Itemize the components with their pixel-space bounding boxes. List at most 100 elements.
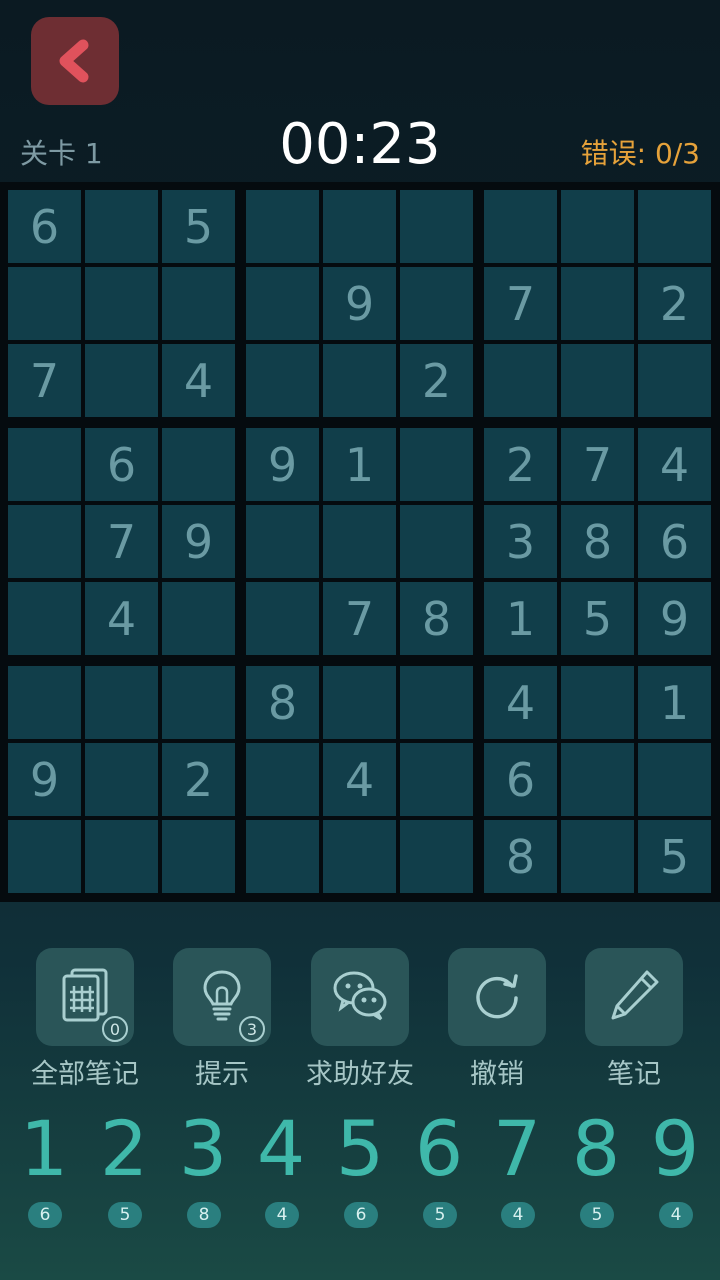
cell-r7-c3[interactable] — [162, 666, 235, 739]
number-key-4[interactable]: 44 — [242, 1104, 320, 1234]
cell-r8-c5[interactable]: 4 — [323, 743, 396, 816]
cell-r1-c5[interactable] — [323, 190, 396, 263]
undo-button[interactable]: 撤销 — [432, 948, 562, 1090]
cell-r7-c5[interactable] — [323, 666, 396, 739]
cell-r8-c2[interactable] — [85, 743, 158, 816]
cell-r4-c1[interactable] — [8, 428, 81, 501]
note-button[interactable]: 笔记 — [569, 948, 699, 1090]
cell-r1-c2[interactable] — [85, 190, 158, 263]
cell-r9-c2[interactable] — [85, 820, 158, 893]
cell-r7-c1[interactable] — [8, 666, 81, 739]
cell-r1-c3[interactable]: 5 — [162, 190, 235, 263]
cell-r1-c9[interactable] — [638, 190, 711, 263]
cell-r3-c4[interactable] — [246, 344, 319, 417]
number-key-6[interactable]: 65 — [400, 1104, 478, 1234]
cell-r6-c9[interactable]: 9 — [638, 582, 711, 655]
cell-r6-c8[interactable]: 5 — [561, 582, 634, 655]
cell-r6-c5[interactable]: 7 — [323, 582, 396, 655]
cell-r4-c3[interactable] — [162, 428, 235, 501]
cell-r9-c6[interactable] — [400, 820, 473, 893]
number-key-7[interactable]: 74 — [478, 1104, 556, 1234]
hint-tile[interactable]: 3 — [173, 948, 271, 1046]
cell-r6-c4[interactable] — [246, 582, 319, 655]
cell-r9-c7[interactable]: 8 — [484, 820, 557, 893]
cell-r9-c4[interactable] — [246, 820, 319, 893]
cell-r5-c2[interactable]: 7 — [85, 505, 158, 578]
cell-r6-c1[interactable] — [8, 582, 81, 655]
cell-r5-c9[interactable]: 6 — [638, 505, 711, 578]
cell-r8-c1[interactable]: 9 — [8, 743, 81, 816]
cell-r4-c7[interactable]: 2 — [484, 428, 557, 501]
cell-r4-c8[interactable]: 7 — [561, 428, 634, 501]
cell-r3-c7[interactable] — [484, 344, 557, 417]
cell-r8-c3[interactable]: 2 — [162, 743, 235, 816]
cell-r8-c8[interactable] — [561, 743, 634, 816]
cell-r1-c7[interactable] — [484, 190, 557, 263]
hint-button[interactable]: 3 提示 — [157, 948, 287, 1090]
cell-r1-c1[interactable]: 6 — [8, 190, 81, 263]
cell-r1-c6[interactable] — [400, 190, 473, 263]
cell-r4-c5[interactable]: 1 — [323, 428, 396, 501]
cell-r4-c4[interactable]: 9 — [246, 428, 319, 501]
cell-r8-c4[interactable] — [246, 743, 319, 816]
cell-r8-c7[interactable]: 6 — [484, 743, 557, 816]
cell-r6-c7[interactable]: 1 — [484, 582, 557, 655]
note-tile[interactable] — [585, 948, 683, 1046]
cell-r3-c5[interactable] — [323, 344, 396, 417]
cell-r7-c2[interactable] — [85, 666, 158, 739]
cell-r7-c8[interactable] — [561, 666, 634, 739]
cell-r5-c6[interactable] — [400, 505, 473, 578]
number-key-2[interactable]: 25 — [85, 1104, 163, 1234]
cell-r2-c4[interactable] — [246, 267, 319, 340]
number-key-9[interactable]: 94 — [636, 1104, 714, 1234]
cell-r8-c6[interactable] — [400, 743, 473, 816]
cell-r9-c1[interactable] — [8, 820, 81, 893]
cell-r9-c9[interactable]: 5 — [638, 820, 711, 893]
all-notes-tile[interactable]: 0 — [36, 948, 134, 1046]
cell-r2-c9[interactable]: 2 — [638, 267, 711, 340]
cell-r2-c1[interactable] — [8, 267, 81, 340]
number-key-5[interactable]: 56 — [321, 1104, 399, 1234]
cell-r9-c8[interactable] — [561, 820, 634, 893]
cell-r4-c9[interactable]: 4 — [638, 428, 711, 501]
number-key-1[interactable]: 16 — [5, 1104, 83, 1234]
cell-r2-c8[interactable] — [561, 267, 634, 340]
cell-r2-c3[interactable] — [162, 267, 235, 340]
cell-r3-c3[interactable]: 4 — [162, 344, 235, 417]
cell-r2-c5[interactable]: 9 — [323, 267, 396, 340]
cell-r9-c5[interactable] — [323, 820, 396, 893]
cell-r5-c4[interactable] — [246, 505, 319, 578]
cell-r6-c6[interactable]: 8 — [400, 582, 473, 655]
cell-r3-c9[interactable] — [638, 344, 711, 417]
cell-r4-c2[interactable]: 6 — [85, 428, 158, 501]
cell-r4-c6[interactable] — [400, 428, 473, 501]
cell-r3-c8[interactable] — [561, 344, 634, 417]
cell-r7-c7[interactable]: 4 — [484, 666, 557, 739]
cell-r2-c7[interactable]: 7 — [484, 267, 557, 340]
number-key-8[interactable]: 85 — [557, 1104, 635, 1234]
ask-friend-button[interactable]: 求助好友 — [295, 948, 425, 1090]
all-notes-button[interactable]: 0 全部笔记 — [20, 948, 150, 1090]
cell-r1-c4[interactable] — [246, 190, 319, 263]
number-key-3[interactable]: 38 — [164, 1104, 242, 1234]
cell-r5-c8[interactable]: 8 — [561, 505, 634, 578]
back-button[interactable] — [31, 17, 119, 105]
cell-r6-c3[interactable] — [162, 582, 235, 655]
cell-r5-c1[interactable] — [8, 505, 81, 578]
cell-r7-c9[interactable]: 1 — [638, 666, 711, 739]
cell-r6-c2[interactable]: 4 — [85, 582, 158, 655]
cell-r2-c2[interactable] — [85, 267, 158, 340]
cell-r1-c8[interactable] — [561, 190, 634, 263]
ask-friend-tile[interactable] — [311, 948, 409, 1046]
cell-r5-c3[interactable]: 9 — [162, 505, 235, 578]
cell-r2-c6[interactable] — [400, 267, 473, 340]
cell-r3-c1[interactable]: 7 — [8, 344, 81, 417]
cell-r3-c6[interactable]: 2 — [400, 344, 473, 417]
cell-r7-c6[interactable] — [400, 666, 473, 739]
cell-r9-c3[interactable] — [162, 820, 235, 893]
cell-r8-c9[interactable] — [638, 743, 711, 816]
cell-r5-c5[interactable] — [323, 505, 396, 578]
undo-tile[interactable] — [448, 948, 546, 1046]
cell-r7-c4[interactable]: 8 — [246, 666, 319, 739]
cell-r5-c7[interactable]: 3 — [484, 505, 557, 578]
